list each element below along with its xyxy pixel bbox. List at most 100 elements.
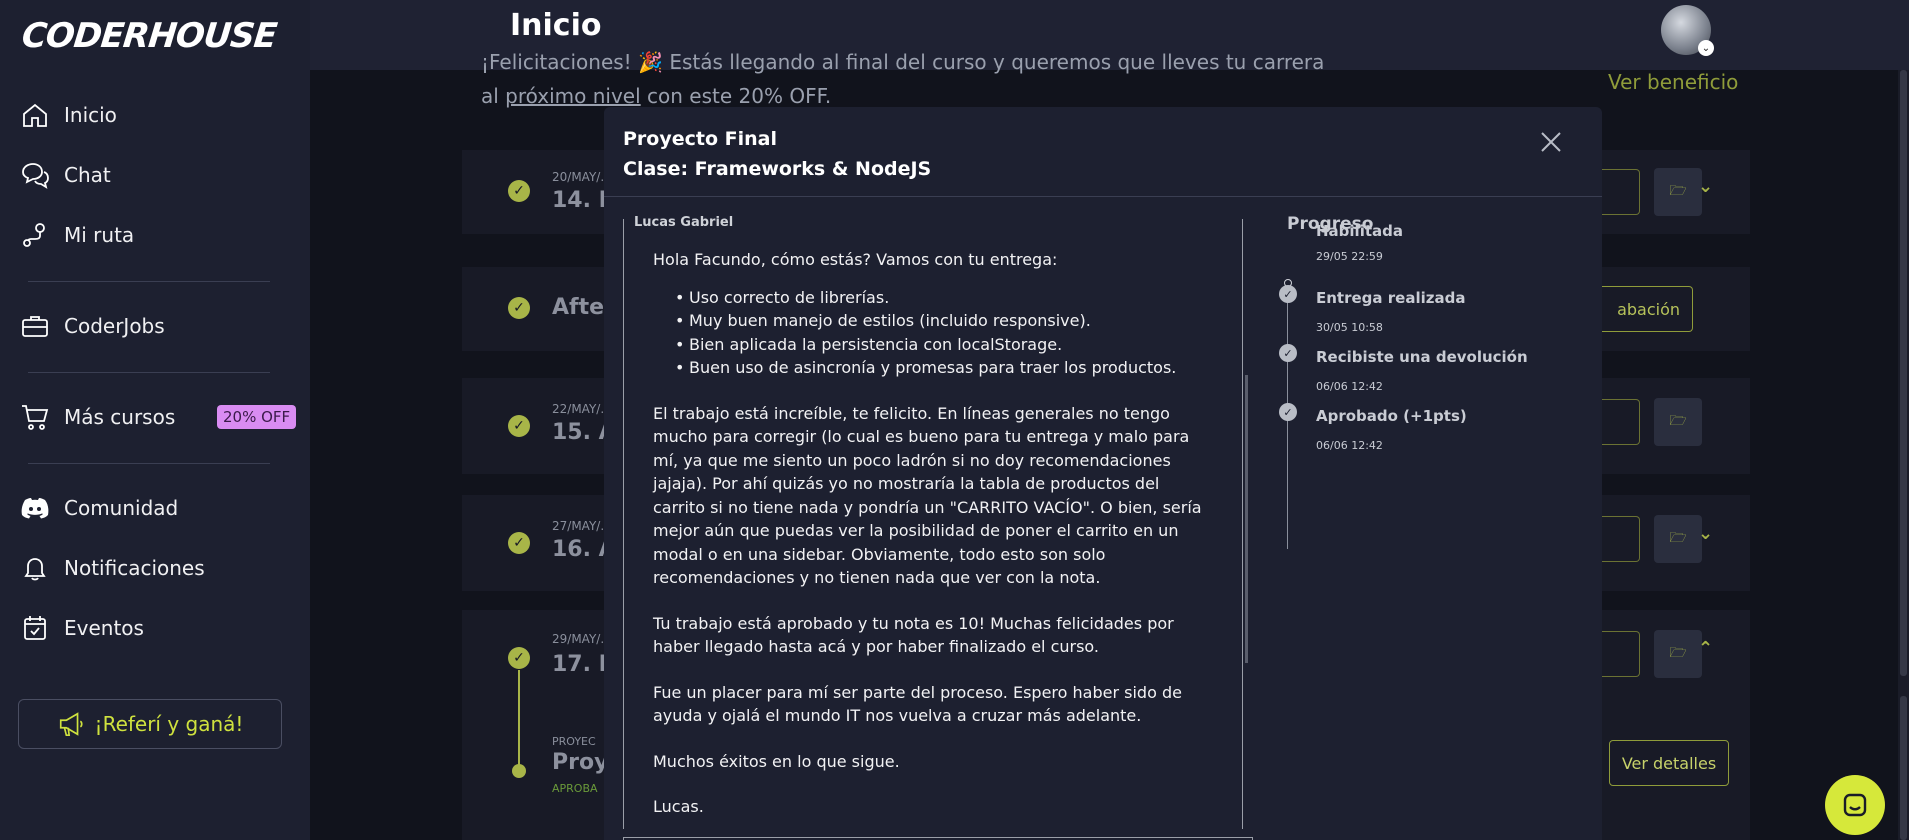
close-icon[interactable] — [1538, 129, 1564, 155]
sidebar-item-inicio[interactable]: Inicio — [20, 95, 117, 135]
promo-line-1: ¡Felicitaciones! 🎉 Estás llegando al fin… — [481, 50, 1325, 74]
class-date: 29/MAY/... — [552, 632, 612, 646]
class-action-button[interactable] — [1600, 516, 1640, 562]
progress-step-label: Recibiste una devolución — [1316, 348, 1528, 366]
sidebar-item-chat[interactable]: Chat — [20, 155, 111, 195]
check-icon: ✓ — [508, 180, 530, 202]
chat-support-icon — [1843, 793, 1867, 817]
feedback-modal: Proyecto Final Clase: Frameworks & NodeJ… — [604, 107, 1602, 840]
message-scrollbar[interactable] — [1245, 375, 1248, 663]
feedback-paragraph: Tu trabajo está aprobado y tu nota es 10… — [653, 613, 1174, 657]
sidebar: CODERHOUSE Inicio Chat Mi ruta CoderJobs… — [0, 0, 310, 840]
check-icon: ✓ — [1279, 403, 1297, 421]
modal-header: Proyecto Final Clase: Frameworks & NodeJ… — [604, 107, 1602, 197]
page-scrollbar-thumb[interactable] — [1900, 70, 1907, 676]
sidebar-item-label: Eventos — [64, 616, 144, 640]
sidebar-item-label: Inicio — [64, 103, 117, 127]
class-date: 27/MAY/... — [552, 519, 612, 533]
progress-step-date: 30/05 10:58 — [1316, 321, 1383, 334]
chevron-down-icon[interactable]: ⌄ — [1698, 523, 1713, 544]
page-title: Inicio — [510, 8, 602, 43]
class-title: Afte — [552, 295, 605, 320]
chevron-down-icon[interactable]: ⌄ — [1698, 40, 1714, 56]
folder-icon[interactable]: 🗁 — [1654, 398, 1702, 446]
discord-icon — [21, 498, 49, 519]
class-date: 20/MAY/... — [552, 170, 612, 184]
feedback-paragraph: Muchos éxitos en lo que sigue. — [653, 751, 900, 771]
sidebar-item-label: Chat — [64, 163, 111, 187]
sidebar-item-comunidad[interactable]: Comunidad — [20, 488, 178, 528]
ver-detalles-button[interactable]: Ver detalles — [1609, 740, 1729, 786]
feedback-paragraph: Fue un placer para mí ser parte del proc… — [653, 682, 1182, 726]
sidebar-item-label: Mi ruta — [64, 223, 135, 247]
class-date: 22/MAY/... — [552, 402, 612, 416]
class-action-button[interactable] — [1600, 631, 1640, 677]
promo-line-2: al próximo nivel con este 20% OFF. — [481, 84, 831, 108]
list-item: Bien aplicada la persistencia con localS… — [675, 333, 1213, 357]
modal-title: Proyecto Final Clase: Frameworks & NodeJ… — [623, 124, 931, 184]
check-icon: ✓ — [508, 415, 530, 437]
class-action-button[interactable] — [1600, 399, 1640, 445]
check-icon: ✓ — [508, 647, 530, 669]
refer-button[interactable]: ¡Referí y ganá! — [18, 699, 282, 749]
list-item: Muy buen manejo de estilos (incluido res… — [675, 309, 1213, 333]
ver-grabacion-button[interactable]: abación — [1601, 286, 1693, 332]
sidebar-divider — [28, 463, 270, 464]
progress-step-label: Aprobado (+1pts) — [1316, 407, 1467, 425]
signature: Lucas. — [653, 797, 704, 816]
sidebar-item-coderjobs[interactable]: CoderJobs — [20, 306, 165, 346]
check-icon: ✓ — [508, 532, 530, 554]
progress-step-label: Entrega realizada — [1316, 289, 1466, 307]
check-icon: ✓ — [508, 297, 530, 319]
sidebar-item-mas-cursos[interactable]: Más cursos — [20, 397, 175, 437]
progress-step-date: 06/06 12:42 — [1316, 380, 1383, 393]
sidebar-divider — [28, 372, 270, 373]
sidebar-item-mi-ruta[interactable]: Mi ruta — [20, 215, 134, 255]
modal-title-line2: Clase: Frameworks & NodeJS — [623, 158, 932, 180]
folder-icon[interactable]: 🗁 — [1654, 515, 1702, 563]
list-item: Uso correcto de librerías. — [675, 286, 1213, 310]
megaphone-icon — [59, 712, 83, 737]
ver-beneficio-link[interactable]: Ver beneficio — [1608, 70, 1738, 94]
feedback-message: Hola Facundo, cómo estás? Vamos con tu e… — [653, 248, 1213, 840]
progress-step-date: 29/05 22:59 — [1316, 250, 1383, 263]
folder-icon[interactable]: 🗁 — [1654, 168, 1702, 216]
route-icon — [23, 223, 45, 247]
project-status: APROBA — [552, 782, 598, 795]
briefcase-icon — [22, 316, 48, 337]
sidebar-item-eventos[interactable]: Eventos — [20, 608, 144, 648]
folder-icon[interactable]: 🗁 — [1654, 630, 1702, 678]
sidebar-item-label: Comunidad — [64, 496, 179, 520]
timeline-line — [518, 670, 520, 766]
project-label: PROYEC — [552, 735, 596, 748]
sidebar-divider — [28, 281, 270, 282]
modal-title-line1: Proyecto Final — [623, 128, 777, 150]
feedback-list: Uso correcto de librerías. Muy buen mane… — [653, 286, 1213, 380]
refer-label: ¡Referí y ganá! — [94, 712, 244, 736]
greeting: Hola Facundo, cómo estás? Vamos con tu e… — [653, 250, 1058, 269]
sidebar-item-notificaciones[interactable]: Notificaciones — [20, 548, 205, 588]
promo-prefix: al — [481, 84, 506, 108]
support-chat-button[interactable] — [1825, 775, 1885, 835]
class-action-button[interactable] — [1600, 169, 1640, 215]
bell-icon — [24, 558, 46, 581]
sidebar-item-label: CoderJobs — [64, 314, 165, 338]
coderhouse-logo[interactable]: CODERHOUSE — [20, 16, 278, 56]
cart-icon — [22, 405, 49, 430]
progress-step-date: 06/06 12:42 — [1316, 439, 1383, 452]
check-icon: ✓ — [1279, 344, 1297, 362]
chevron-down-icon[interactable]: ⌄ — [1698, 176, 1713, 197]
sidebar-item-label: Más cursos — [64, 405, 176, 429]
progress-step-label: Habilitada — [1316, 222, 1403, 240]
chat-icon — [22, 163, 49, 189]
discount-badge: 20% OFF — [217, 405, 297, 429]
check-icon: ✓ — [1279, 285, 1297, 303]
promo-suffix: con este 20% OFF. — [640, 84, 832, 108]
promo-link[interactable]: próximo nivel — [505, 84, 641, 108]
timeline-dot — [512, 764, 526, 778]
calendar-icon — [24, 616, 46, 640]
list-item: Buen uso de asincronía y promesas para t… — [675, 356, 1213, 380]
chevron-up-icon[interactable]: ⌃ — [1698, 638, 1713, 659]
page-scrollbar-thumb-lower[interactable] — [1900, 696, 1907, 840]
sidebar-item-label: Notificaciones — [64, 556, 205, 580]
